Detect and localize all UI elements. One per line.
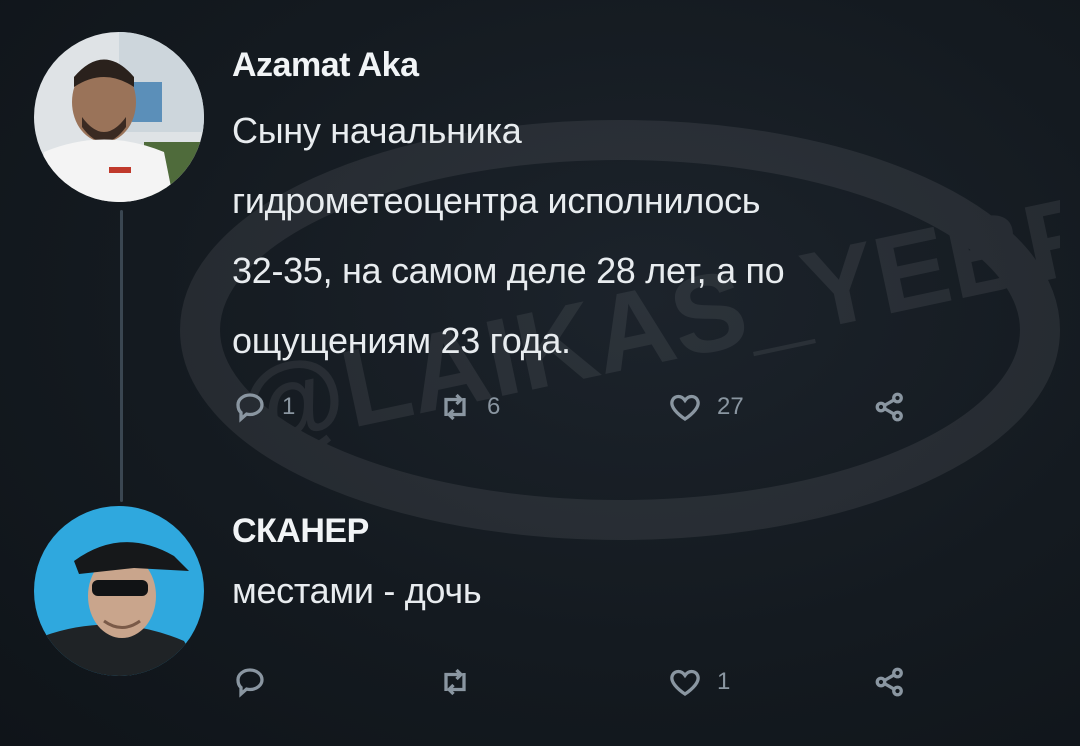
tweet-text: Сыну начальника гидрометеоцентра исполни… [232, 96, 1052, 376]
tweet-author-name[interactable]: Azamat Aka [232, 46, 419, 85]
like-count: 1 [717, 668, 731, 695]
like-icon [670, 394, 700, 421]
retweet-count: 6 [487, 393, 501, 420]
retweet-button[interactable] [437, 662, 487, 702]
tweet-text-line: местами - дочь [232, 570, 482, 611]
reply-icon [236, 668, 264, 698]
like-button[interactable]: 1 [667, 662, 730, 702]
reply-icon [236, 393, 264, 423]
tweet-text-line: ощущениям 23 года. [232, 320, 571, 361]
reply-button[interactable] [232, 662, 282, 702]
share-button[interactable] [872, 387, 908, 427]
avatar-skaner[interactable] [34, 506, 204, 676]
tweet-text: местами - дочь [232, 556, 932, 626]
share-icon [875, 392, 903, 422]
tweet-actions: 1 6 27 [232, 387, 952, 427]
reply-button[interactable]: 1 [232, 387, 295, 427]
thread-connector-line [120, 210, 123, 502]
tweet-actions: 1 [232, 662, 952, 702]
like-icon [670, 669, 700, 696]
tweet-text-line: 32-35, на самом деле 28 лет, а по [232, 250, 785, 291]
avatar-azamat[interactable] [34, 32, 204, 202]
retweet-button[interactable]: 6 [437, 387, 500, 427]
retweet-icon [444, 668, 466, 696]
tweet-author-name[interactable]: СКАНЕР [232, 512, 369, 551]
tweet-text-line: Сыну начальника [232, 110, 522, 151]
retweet-icon [444, 393, 466, 421]
tweet-text-line: гидрометеоцентра исполнилось [232, 180, 761, 221]
reply-count: 1 [282, 393, 296, 420]
like-button[interactable]: 27 [667, 387, 744, 427]
share-icon [875, 667, 903, 697]
like-count: 27 [717, 393, 744, 420]
share-button[interactable] [872, 662, 908, 702]
